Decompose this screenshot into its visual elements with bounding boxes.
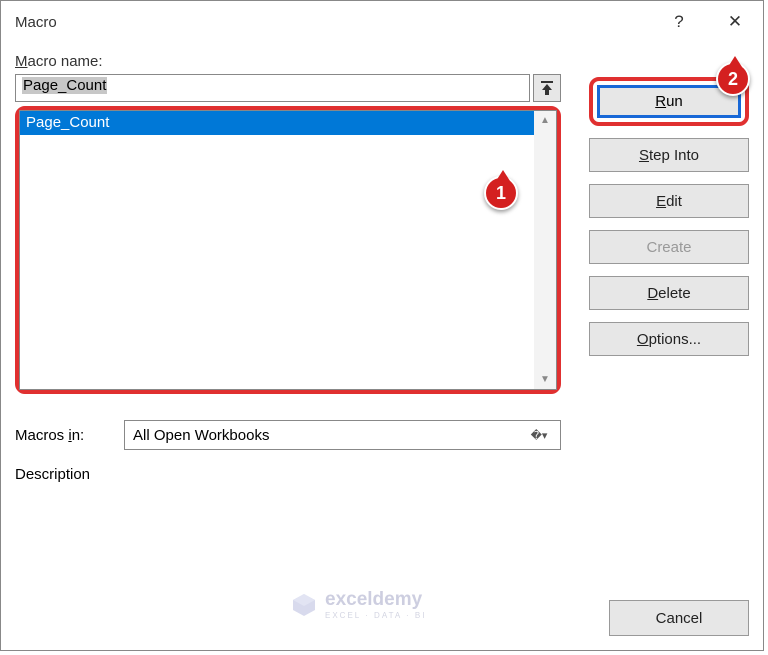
macro-list-highlight: Page_Count ▲ ▼ [15,106,561,394]
scroll-down-icon: ▼ [540,374,550,385]
annotation-badge-2: 2 [716,62,750,96]
macro-name-input[interactable]: Page_Count [15,74,530,102]
help-button[interactable]: ? [651,1,707,43]
cancel-button[interactable]: Cancel [609,600,749,636]
watermark-text: exceldemy [325,589,426,611]
titlebar: Macro ? ✕ [1,1,763,43]
close-button[interactable]: ✕ [707,1,763,43]
scroll-up-icon: ▲ [540,115,550,126]
button-column: Run Step Into Edit Create Delete Options… [589,77,749,356]
list-item[interactable]: Page_Count [20,111,534,135]
chevron-down-icon: �▾ [526,422,552,448]
goto-macro-button[interactable] [533,74,561,102]
watermark-logo: exceldemy EXCEL · DATA · BI [291,589,426,620]
options-button[interactable]: Options... [589,322,749,356]
annotation-badge-1: 1 [484,176,518,210]
macros-in-label: Macros in: [15,427,110,444]
select-value: All Open Workbooks [133,427,269,444]
hex-icon [291,592,317,618]
scrollbar[interactable]: ▲ ▼ [534,111,556,389]
macros-in-select[interactable]: All Open Workbooks �▾ [124,420,561,450]
macro-dialog: Macro ? ✕ Macro name: Page_Count [0,0,764,651]
step-into-button[interactable]: Step Into [589,138,749,172]
macro-name-label: Macro name: [15,53,561,70]
description-label: Description [15,466,561,483]
dialog-content: Macro name: Page_Count [1,43,763,650]
edit-button[interactable]: Edit [589,184,749,218]
arrow-to-top-icon [541,81,553,95]
create-button: Create [589,230,749,264]
macro-listbox[interactable]: Page_Count ▲ ▼ [19,110,557,390]
watermark-sub: EXCEL · DATA · BI [325,611,426,620]
delete-button[interactable]: Delete [589,276,749,310]
dialog-title: Macro [15,14,57,31]
